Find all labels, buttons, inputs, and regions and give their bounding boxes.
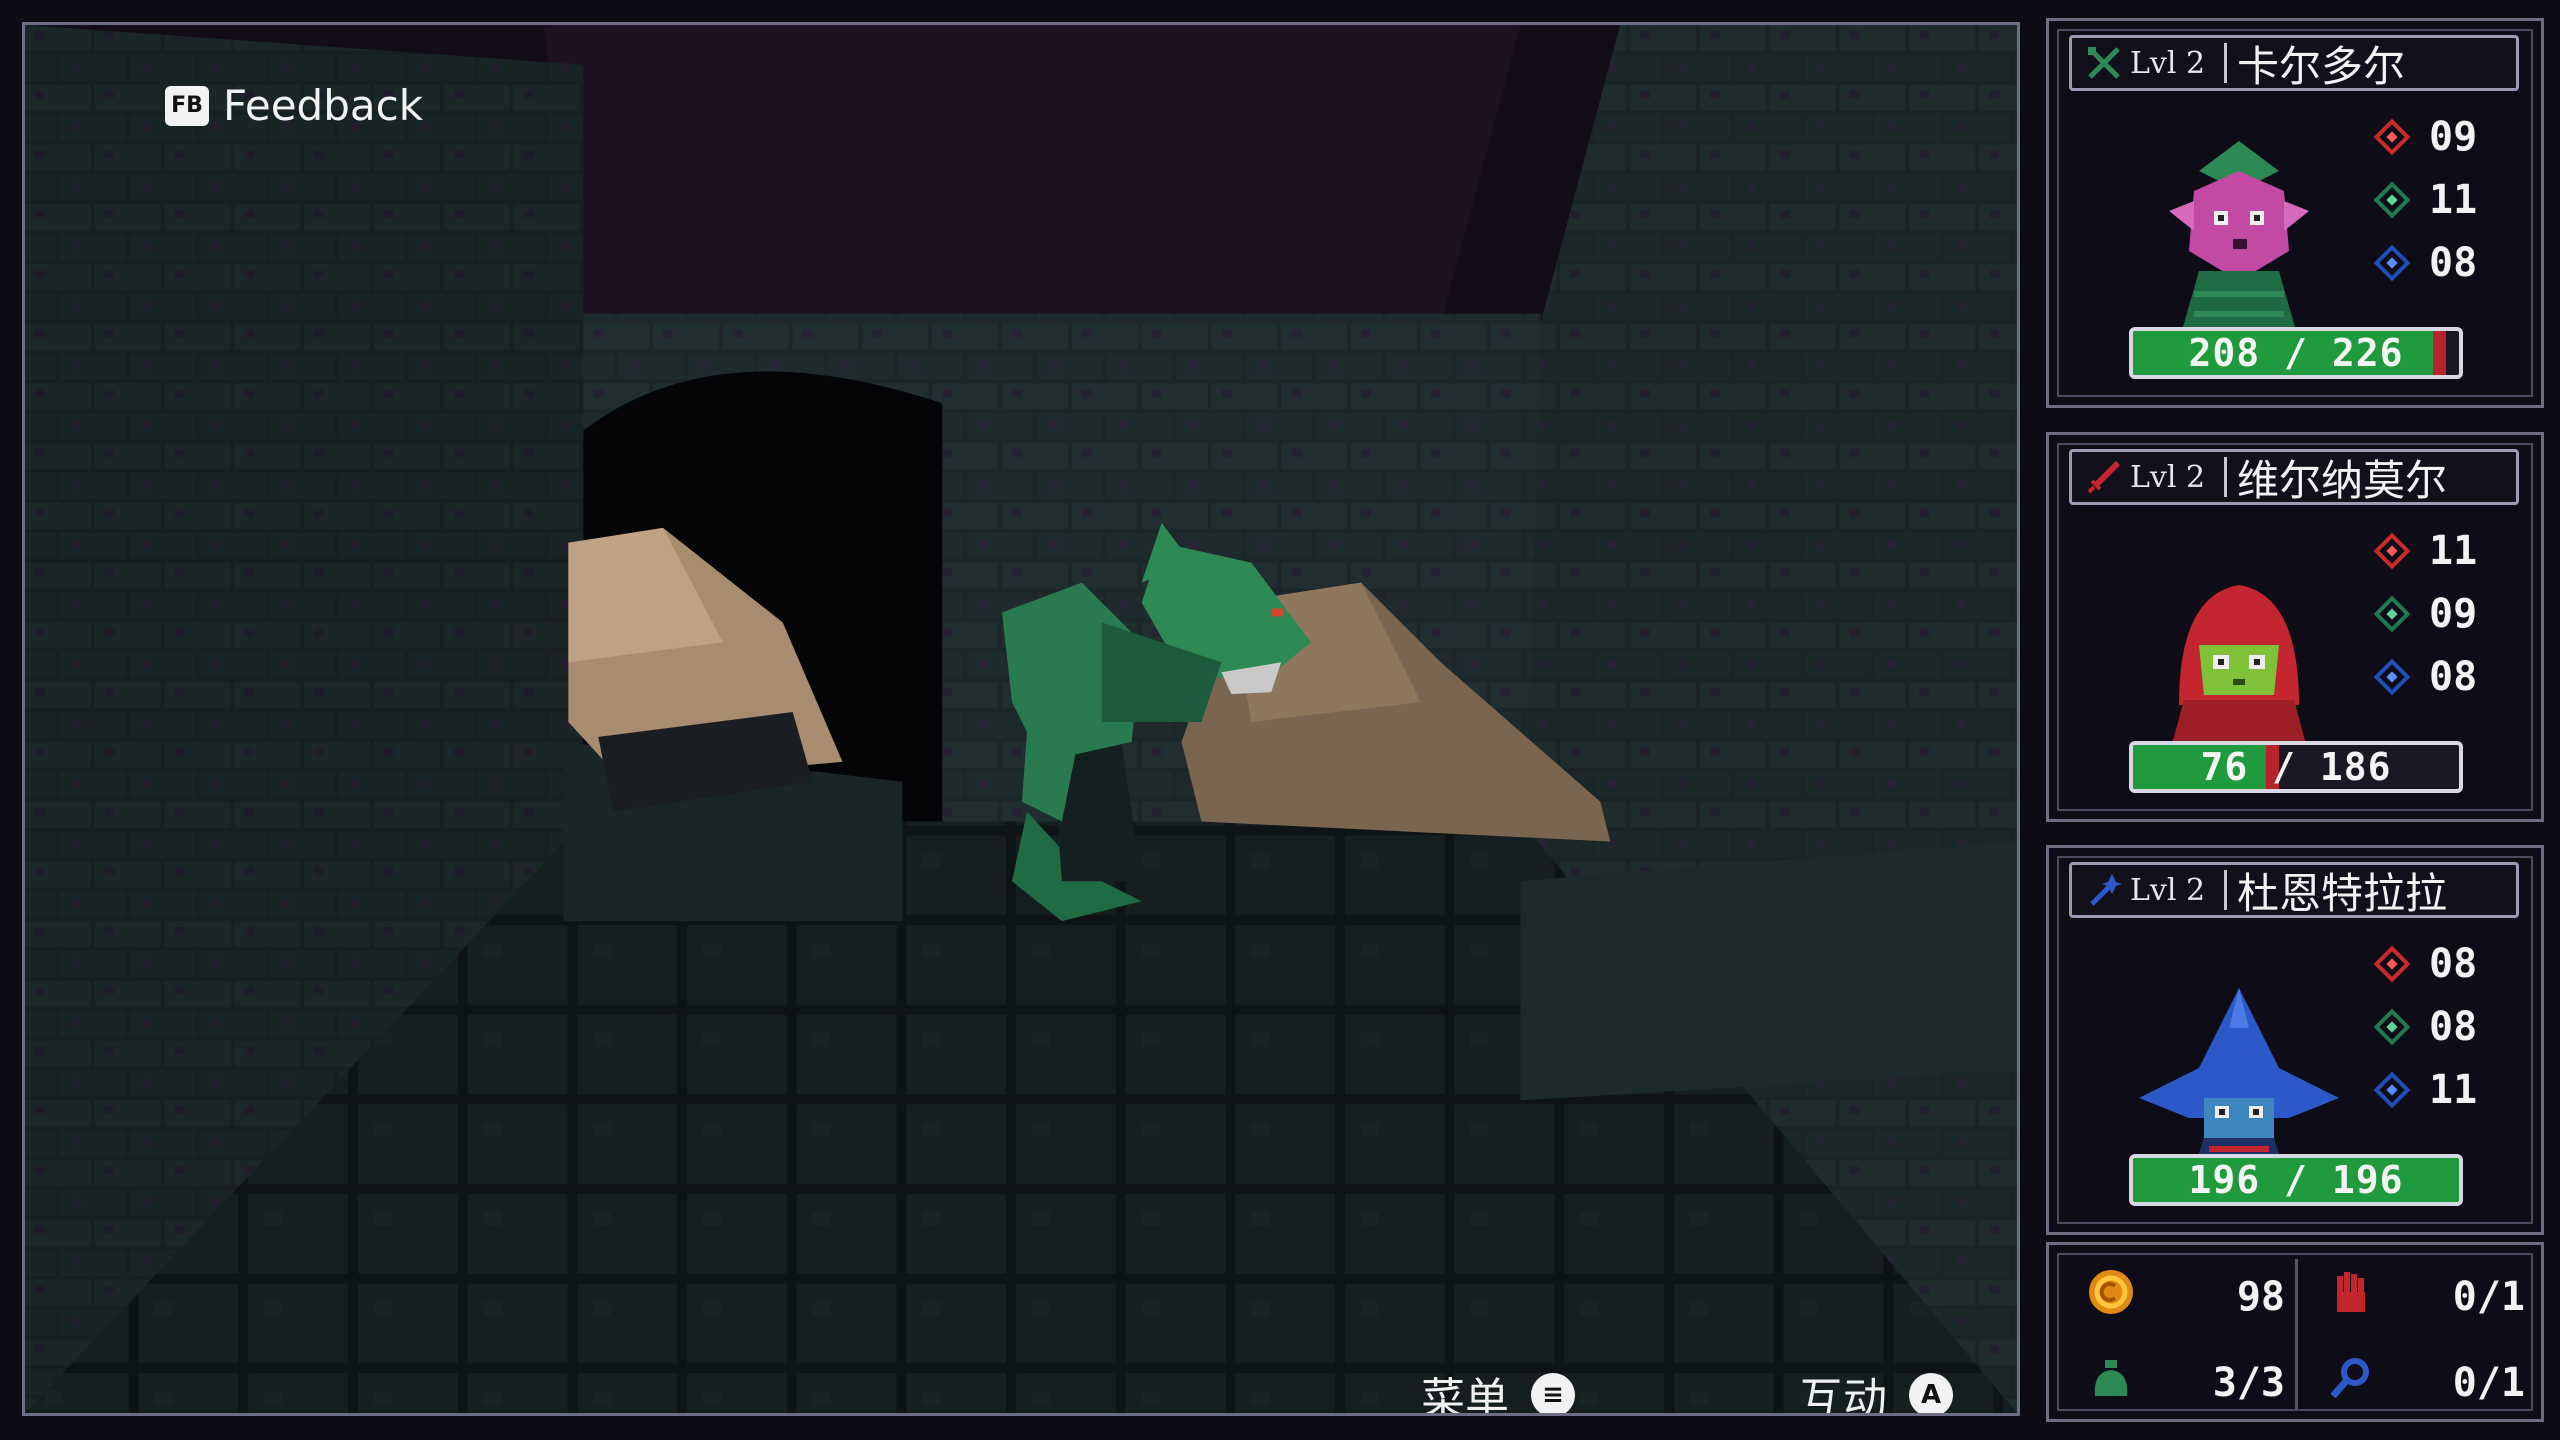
party-member-card[interactable]: Lvl 2 维尔纳莫尔 11 09 08 76 / 186 — [2046, 432, 2544, 822]
interact-button-icon: A — [1909, 1373, 1953, 1413]
agility-gem-icon — [2373, 595, 2411, 632]
hp-bar: 76 / 186 — [2129, 741, 2463, 793]
stat-strength: 09 — [2373, 105, 2478, 168]
stat-value: 09 — [2429, 590, 2478, 637]
hp-bar: 208 / 226 — [2129, 327, 2463, 379]
stat-strength: 08 — [2373, 932, 2478, 995]
nameplate: Lvl 2 维尔纳莫尔 — [2069, 449, 2519, 505]
character-name: 维尔纳莫尔 — [2237, 455, 2448, 505]
party-panel: Lvl 2 卡尔多尔 09 11 08 208 / 226 Lvl 2 维尔纳莫… — [2046, 18, 2544, 1422]
stat-intellect: 08 — [2373, 231, 2478, 294]
feedback-icon: FB — [165, 85, 209, 126]
strength-gem-icon — [2373, 945, 2411, 982]
divider — [2224, 870, 2227, 910]
stat-value: 11 — [2429, 1066, 2478, 1113]
divider — [2224, 43, 2227, 83]
menu-button-icon: ≡ — [1531, 1373, 1575, 1413]
potion-bag-icon — [2085, 1352, 2137, 1414]
potion-counter: 3/3 — [2085, 1353, 2285, 1413]
intellect-gem-icon — [2373, 244, 2411, 281]
nameplate: Lvl 2 杜恩特拉拉 — [2069, 862, 2519, 918]
gold-counter: 98 — [2085, 1267, 2285, 1327]
intellect-gem-icon — [2373, 1071, 2411, 1108]
character-name: 卡尔多尔 — [2237, 41, 2406, 91]
hp-bar: 196 / 196 — [2129, 1154, 2463, 1206]
stat-value: 09 — [2429, 113, 2478, 160]
character-portrait — [2139, 555, 2339, 755]
coin-icon — [2085, 1266, 2137, 1328]
stat-intellect: 08 — [2373, 645, 2478, 708]
nameplate: Lvl 2 卡尔多尔 — [2069, 35, 2519, 91]
stat-value: 08 — [2429, 1003, 2478, 1050]
dagger-icon — [2084, 457, 2124, 497]
resources-divider — [2295, 1259, 2298, 1409]
stat-value: 08 — [2429, 239, 2478, 286]
feedback-label: Feedback — [223, 81, 424, 130]
stat-value: 08 — [2429, 653, 2478, 700]
agility-gem-icon — [2373, 1008, 2411, 1045]
hp-text: 76 / 186 — [2200, 745, 2392, 789]
stat-agility: 08 — [2373, 995, 2478, 1058]
stat-agility: 11 — [2373, 168, 2478, 231]
hand-value: 0/1 — [2452, 1274, 2525, 1320]
menu-label: 菜单 — [1421, 1374, 1509, 1416]
hand-counter: 0/1 — [2325, 1267, 2525, 1327]
intellect-gem-icon — [2373, 658, 2411, 695]
dungeon-viewport[interactable]: FB Feedback 菜单 ≡ 互动 A — [22, 22, 2020, 1416]
stat-list: 11 09 08 — [2373, 519, 2478, 708]
stat-list: 09 11 08 — [2373, 105, 2478, 294]
level-label: Lvl 2 — [2130, 45, 2206, 81]
party-member-card[interactable]: Lvl 2 杜恩特拉拉 08 08 11 196 / 196 — [2046, 845, 2544, 1235]
strength-gem-icon — [2373, 532, 2411, 569]
interact-prompt[interactable]: 互动 A — [1799, 1363, 1953, 1416]
stat-value: 11 — [2429, 527, 2478, 574]
search-counter: 0/1 — [2325, 1353, 2525, 1413]
hp-text: 196 / 196 — [2188, 1158, 2404, 1202]
magnifier-icon — [2325, 1352, 2377, 1414]
character-portrait — [2139, 141, 2339, 341]
stat-agility: 09 — [2373, 582, 2478, 645]
potion-value: 3/3 — [2212, 1360, 2285, 1406]
party-member-card[interactable]: Lvl 2 卡尔多尔 09 11 08 208 / 226 — [2046, 18, 2544, 408]
gold-value: 98 — [2236, 1274, 2285, 1320]
menu-prompt[interactable]: 菜单 ≡ — [1421, 1363, 1575, 1416]
character-portrait — [2139, 968, 2339, 1168]
stat-strength: 11 — [2373, 519, 2478, 582]
character-name: 杜恩特拉拉 — [2237, 868, 2448, 918]
stat-intellect: 11 — [2373, 1058, 2478, 1121]
search-value: 0/1 — [2452, 1360, 2525, 1406]
interact-label: 互动 — [1799, 1374, 1887, 1416]
crossed-swords-icon — [2084, 43, 2124, 83]
stat-value: 11 — [2429, 176, 2478, 223]
feedback-button[interactable]: FB Feedback — [165, 81, 423, 130]
divider — [2224, 457, 2227, 497]
stat-list: 08 08 11 — [2373, 932, 2478, 1121]
hp-text: 208 / 226 — [2188, 331, 2404, 375]
hand-icon — [2325, 1266, 2377, 1328]
strength-gem-icon — [2373, 118, 2411, 155]
agility-gem-icon — [2373, 181, 2411, 218]
wand-icon — [2084, 870, 2124, 910]
resources-panel: 98 3/3 0/1 0/1 — [2046, 1242, 2544, 1422]
level-label: Lvl 2 — [2130, 459, 2206, 495]
dungeon-scene — [25, 25, 2017, 1413]
stat-value: 08 — [2429, 940, 2478, 987]
level-label: Lvl 2 — [2130, 872, 2206, 908]
